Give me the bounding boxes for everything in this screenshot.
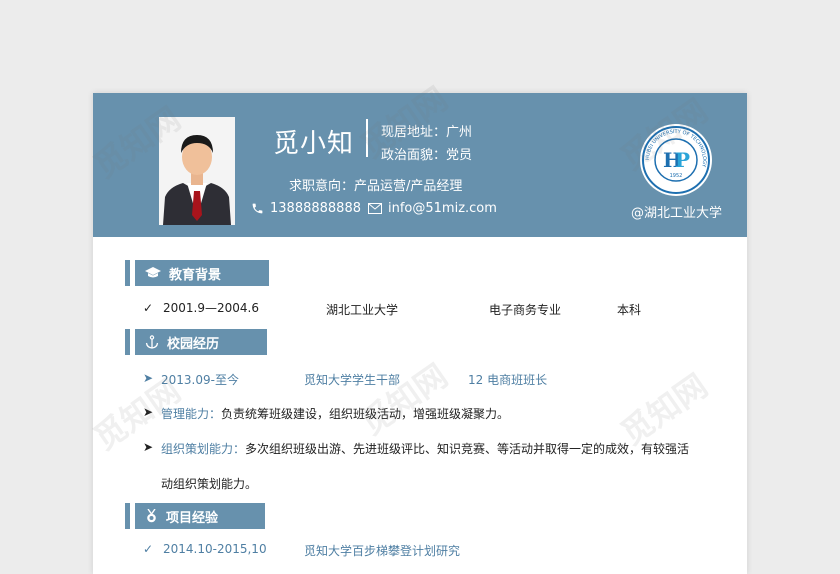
check-icon: ✓ xyxy=(143,301,154,315)
university-logo: HUBEI UNIVERSITY OF TECHNOLOGY H P 1952 xyxy=(640,124,712,196)
item-text: 多次组织班级出游、先进班级评比、知识竞赛、等活动并取得一定的成效，有较强活 xyxy=(245,442,690,456)
resume-page: 觅小知 现居地址：广州 政治面貌：党员 求职意向：产品运营/产品经理 13888… xyxy=(93,93,747,574)
campus-item-planning-continued: 动组织策划能力。 xyxy=(161,477,258,491)
campus-org: 觅知大学学生干部 xyxy=(304,373,401,387)
education-period: 2001.9—2004.6 xyxy=(163,301,259,315)
section-title: 校园经历 xyxy=(167,336,220,352)
resume-header: 觅小知 现居地址：广州 政治面貌：党员 求职意向：产品运营/产品经理 13888… xyxy=(93,93,747,237)
bullet-arrow-icon: ➤ xyxy=(143,405,154,419)
phone-number: 13888888888 xyxy=(270,201,361,216)
project-name: 觅知大学百步梯攀登计划研究 xyxy=(304,544,461,558)
svg-text:P: P xyxy=(675,148,690,172)
section-title: 项目经验 xyxy=(166,510,219,526)
bullet-arrow-icon: ➤ xyxy=(143,440,154,454)
project-period: 2014.10-2015,10 xyxy=(163,542,267,556)
item-label: 组织策划能力： xyxy=(161,442,246,456)
bullet-arrow-icon: ➤ xyxy=(143,371,154,385)
phone-icon xyxy=(252,203,263,214)
mail-icon xyxy=(368,203,382,214)
campus-period: 2013.09-至今 xyxy=(161,373,239,387)
candidate-name: 觅小知 xyxy=(273,129,355,159)
anchor-icon xyxy=(145,335,159,349)
education-row: ✓ 2001.9—2004.6 湖北工业大学 电子商务专业 本科 xyxy=(143,301,641,317)
education-degree: 本科 xyxy=(617,303,642,317)
campus-item-management: ➤ 管理能力： 负责统筹班级建设，组织班级活动，增强班级凝聚力。 xyxy=(143,405,509,421)
medal-icon xyxy=(147,509,156,523)
header-divider xyxy=(366,119,368,157)
item-text: 负责统筹班级建设，组织班级活动，增强班级凝聚力。 xyxy=(221,407,510,421)
project-row: ✓ 2014.10-2015,10 觅知大学百步梯攀登计划研究 xyxy=(143,542,460,558)
profile-photo xyxy=(159,117,235,225)
section-project-header: 项目经验 xyxy=(125,503,265,529)
check-icon: ✓ xyxy=(143,542,154,556)
section-education-header: 教育背景 xyxy=(125,260,269,286)
logo-year: 1952 xyxy=(670,173,683,179)
current-address: 现居地址：广州 xyxy=(381,125,473,140)
email-address: info@51miz.com xyxy=(388,201,497,216)
email-contact: info@51miz.com xyxy=(368,201,497,216)
campus-item-planning: ➤ 组织策划能力： 多次组织班级出游、先进班级评比、知识竞赛、等活动并取得一定的… xyxy=(143,440,689,456)
education-school: 湖北工业大学 xyxy=(326,303,399,317)
political-status: 政治面貌：党员 xyxy=(381,148,473,163)
section-campus-header: 校园经历 xyxy=(125,329,267,355)
section-title: 教育背景 xyxy=(169,267,222,283)
job-intention: 求职意向：产品运营/产品经理 xyxy=(289,179,463,194)
school-tag: @湖北工业大学 xyxy=(631,206,723,221)
campus-role: 12 电商班班长 xyxy=(468,373,548,387)
phone-contact: 13888888888 xyxy=(251,201,361,216)
item-label: 管理能力： xyxy=(161,407,222,421)
graduation-cap-icon xyxy=(145,267,161,278)
campus-row: ➤ 2013.09-至今 觅知大学学生干部 12 电商班班长 xyxy=(143,371,547,387)
education-major: 电子商务专业 xyxy=(489,303,562,317)
